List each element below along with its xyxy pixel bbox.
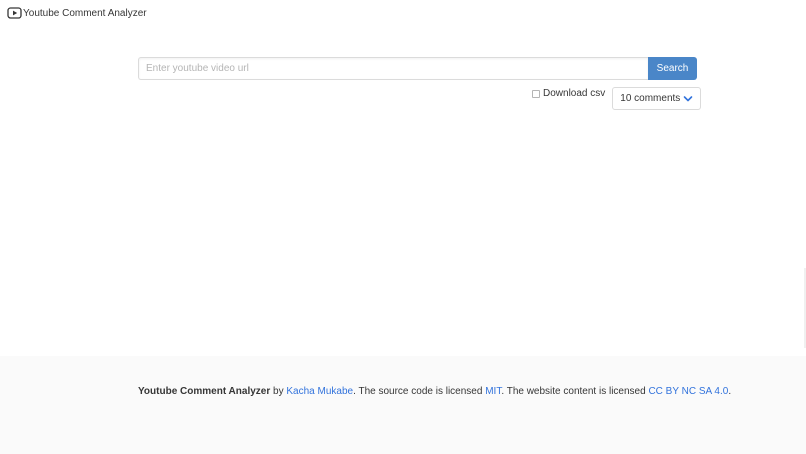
chevron-down-icon — [683, 95, 693, 103]
footer-end: . — [728, 386, 732, 397]
footer-by: by — [273, 386, 284, 397]
footer-content-license-text: . The website content is licensed — [501, 386, 646, 397]
page: Youtube Comment Analyzer Search Download… — [0, 0, 806, 454]
brand-title: Youtube Comment Analyzer — [23, 7, 147, 19]
footer-text: Youtube Comment Analyzer by Kacha Mukabe… — [138, 386, 731, 397]
download-csv-label: Download csv — [543, 88, 606, 99]
youtube-play-icon — [7, 6, 22, 20]
footer-code-license-text: . The source code is licensed — [353, 386, 483, 397]
download-csv-option[interactable]: Download csv — [532, 88, 605, 99]
search-button[interactable]: Search — [648, 57, 697, 80]
comments-count-select[interactable]: 10 comments — [612, 87, 702, 110]
cc-license-link[interactable]: CC BY NC SA 4.0 — [648, 386, 728, 397]
comments-count-value: 10 comments — [620, 93, 681, 104]
options-row: Download csv 10 comments — [532, 87, 702, 110]
video-url-input[interactable] — [138, 57, 648, 80]
brand-link[interactable]: Youtube Comment Analyzer — [7, 6, 147, 20]
mit-license-link[interactable]: MIT — [485, 386, 501, 397]
author-link[interactable]: Kacha Mukabe — [286, 386, 353, 397]
search-bar: Search — [138, 57, 697, 80]
footer-app-name: Youtube Comment Analyzer — [138, 386, 271, 397]
footer: Youtube Comment Analyzer by Kacha Mukabe… — [0, 356, 806, 454]
download-csv-checkbox[interactable] — [532, 89, 540, 98]
